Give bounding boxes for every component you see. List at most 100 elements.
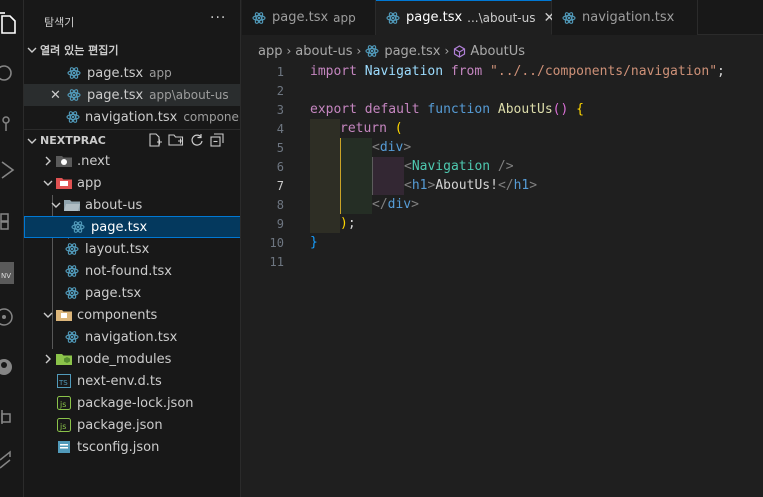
- line-number: 3: [276, 102, 284, 117]
- code-token: from: [450, 64, 483, 79]
- svg-text:js: js: [59, 400, 66, 409]
- code-token: h1: [513, 178, 530, 193]
- remote-explorer-icon[interactable]: [0, 402, 24, 432]
- tree-item-package-json[interactable]: js package.json: [24, 414, 240, 436]
- tree-item-label: navigation.tsx: [85, 329, 178, 345]
- open-editor-item[interactable]: ✕ page.tsx app\about-us: [24, 84, 240, 106]
- open-editor-item[interactable]: page.tsx app: [24, 62, 240, 84]
- line-number: 9: [276, 216, 284, 231]
- tab-page-tsx-about-us[interactable]: page.tsx ...\about-us ✕: [376, 0, 555, 35]
- file-path: app\about-us: [149, 88, 229, 102]
- open-editor-item[interactable]: navigation.tsx components: [24, 106, 240, 128]
- react-file-icon: [562, 11, 576, 25]
- new-file-icon[interactable]: [148, 132, 162, 150]
- activity-bar: NV: [0, 0, 24, 497]
- tab-page-tsx-app[interactable]: page.tsx app: [242, 0, 376, 35]
- code-token: AboutUs!: [435, 178, 498, 193]
- tree-item-tsconfig[interactable]: tsconfig.json: [24, 436, 240, 458]
- tab-navigation-tsx[interactable]: navigation.tsx: [552, 0, 698, 35]
- tree-item-layout-tsx[interactable]: layout.tsx: [24, 238, 240, 260]
- svg-text:NV: NV: [1, 272, 11, 280]
- code-token: (: [394, 121, 403, 136]
- react-file-icon: [64, 263, 80, 279]
- breadcrumb-item[interactable]: AboutUs: [470, 44, 525, 59]
- line-number: 8: [276, 197, 284, 212]
- chevron-down-icon: [40, 310, 56, 320]
- tab-bar: page.tsx app page.tsx ...\about-us ✕ nav…: [242, 0, 763, 35]
- json-file-icon: js: [56, 395, 72, 411]
- code-line: 10 }: [242, 233, 763, 252]
- code-text: export default function AboutUs() {: [310, 102, 584, 117]
- refresh-icon[interactable]: [190, 133, 204, 150]
- tree-item-navigation-tsx[interactable]: navigation.tsx: [24, 326, 240, 348]
- open-editors-label: 열려 있는 편집기: [40, 44, 119, 57]
- close-icon[interactable]: ✕: [50, 88, 66, 103]
- tree-item-app[interactable]: app: [24, 172, 240, 194]
- tree-item-next-env[interactable]: TS next-env.d.ts: [24, 370, 240, 392]
- react-file-icon: [252, 11, 266, 25]
- react-file-icon: [66, 87, 82, 103]
- code-token: (): [552, 102, 569, 117]
- file-name: navigation.tsx: [85, 109, 178, 125]
- tree-item-not-found-tsx[interactable]: not-found.tsx: [24, 260, 240, 282]
- code-token: >: [403, 140, 412, 155]
- nv-extension-icon[interactable]: NV: [0, 258, 24, 288]
- react-file-icon: [365, 44, 379, 58]
- explorer-actions: [148, 130, 224, 152]
- code-line: 3 export default function AboutUs() {: [242, 100, 763, 119]
- code-token: h1: [411, 178, 428, 193]
- code-token: Navigation: [411, 159, 491, 174]
- breadcrumb-item[interactable]: page.tsx: [384, 44, 440, 59]
- tree-item-about-us[interactable]: about-us: [24, 194, 240, 216]
- code-token: AboutUs: [497, 102, 553, 117]
- explorer-sidebar: 탐색기 ··· 열려 있는 편집기 page.tsx app ✕ page.ts…: [24, 0, 241, 497]
- source-control-icon[interactable]: [0, 108, 24, 138]
- tree-item-label: components: [77, 307, 158, 323]
- code-text: }: [310, 235, 318, 250]
- project-header[interactable]: NEXTPRAC: [24, 129, 240, 152]
- explorer-icon[interactable]: [0, 8, 24, 38]
- code-token: <: [372, 140, 380, 155]
- extensions-icon[interactable]: [0, 205, 24, 235]
- more-actions-icon[interactable]: ···: [210, 10, 226, 26]
- collapse-all-icon[interactable]: [210, 132, 224, 150]
- breadcrumb-item[interactable]: app: [258, 44, 282, 59]
- code-line: 4 return (: [242, 119, 763, 138]
- tree-item-label: about-us: [85, 197, 143, 213]
- tsconfig-file-icon: [56, 439, 72, 455]
- tree-item-next[interactable]: .next: [24, 150, 240, 172]
- open-editors-header[interactable]: 열려 있는 편집기: [24, 39, 240, 61]
- code-editor[interactable]: 1 import Navigation from "../../componen…: [242, 62, 763, 497]
- code-token: <: [404, 159, 412, 174]
- code-token: default: [364, 102, 420, 117]
- tab-description: ...\about-us: [467, 10, 536, 25]
- code-line: 6 <Navigation />: [242, 157, 763, 176]
- run-debug-icon[interactable]: [0, 155, 24, 185]
- next-folder-icon: [56, 153, 72, 169]
- tree-item-page-tsx[interactable]: page.tsx: [24, 282, 240, 304]
- new-folder-icon[interactable]: [168, 133, 184, 150]
- breadcrumb: app › about-us › page.tsx › AboutUs: [258, 41, 525, 61]
- git-graph-icon[interactable]: [0, 302, 24, 332]
- code-text: </div>: [372, 197, 419, 212]
- tree-item-label: package.json: [77, 417, 163, 433]
- code-token: div: [387, 197, 412, 212]
- tree-item-node-modules[interactable]: node_modules: [24, 348, 240, 370]
- search-icon[interactable]: [0, 58, 24, 88]
- github-icon[interactable]: [0, 352, 24, 382]
- share-icon[interactable]: [0, 445, 24, 475]
- code-token: >: [411, 197, 419, 212]
- tab-description: app: [333, 10, 356, 25]
- tree-item-package-lock[interactable]: js package-lock.json: [24, 392, 240, 414]
- tab-label: page.tsx: [272, 10, 329, 25]
- breadcrumb-item[interactable]: about-us: [295, 44, 352, 59]
- svg-text:js: js: [59, 422, 66, 431]
- explorer-title: 탐색기: [44, 16, 75, 29]
- tree-item-components[interactable]: components: [24, 304, 240, 326]
- tree-item-page-tsx[interactable]: page.tsx: [24, 216, 240, 238]
- code-line: 8 </div>: [242, 195, 763, 214]
- tree-item-label: package-lock.json: [77, 395, 194, 411]
- code-text: <div>: [372, 140, 411, 155]
- code-token: }: [310, 235, 318, 250]
- code-text: <Navigation />: [404, 159, 514, 174]
